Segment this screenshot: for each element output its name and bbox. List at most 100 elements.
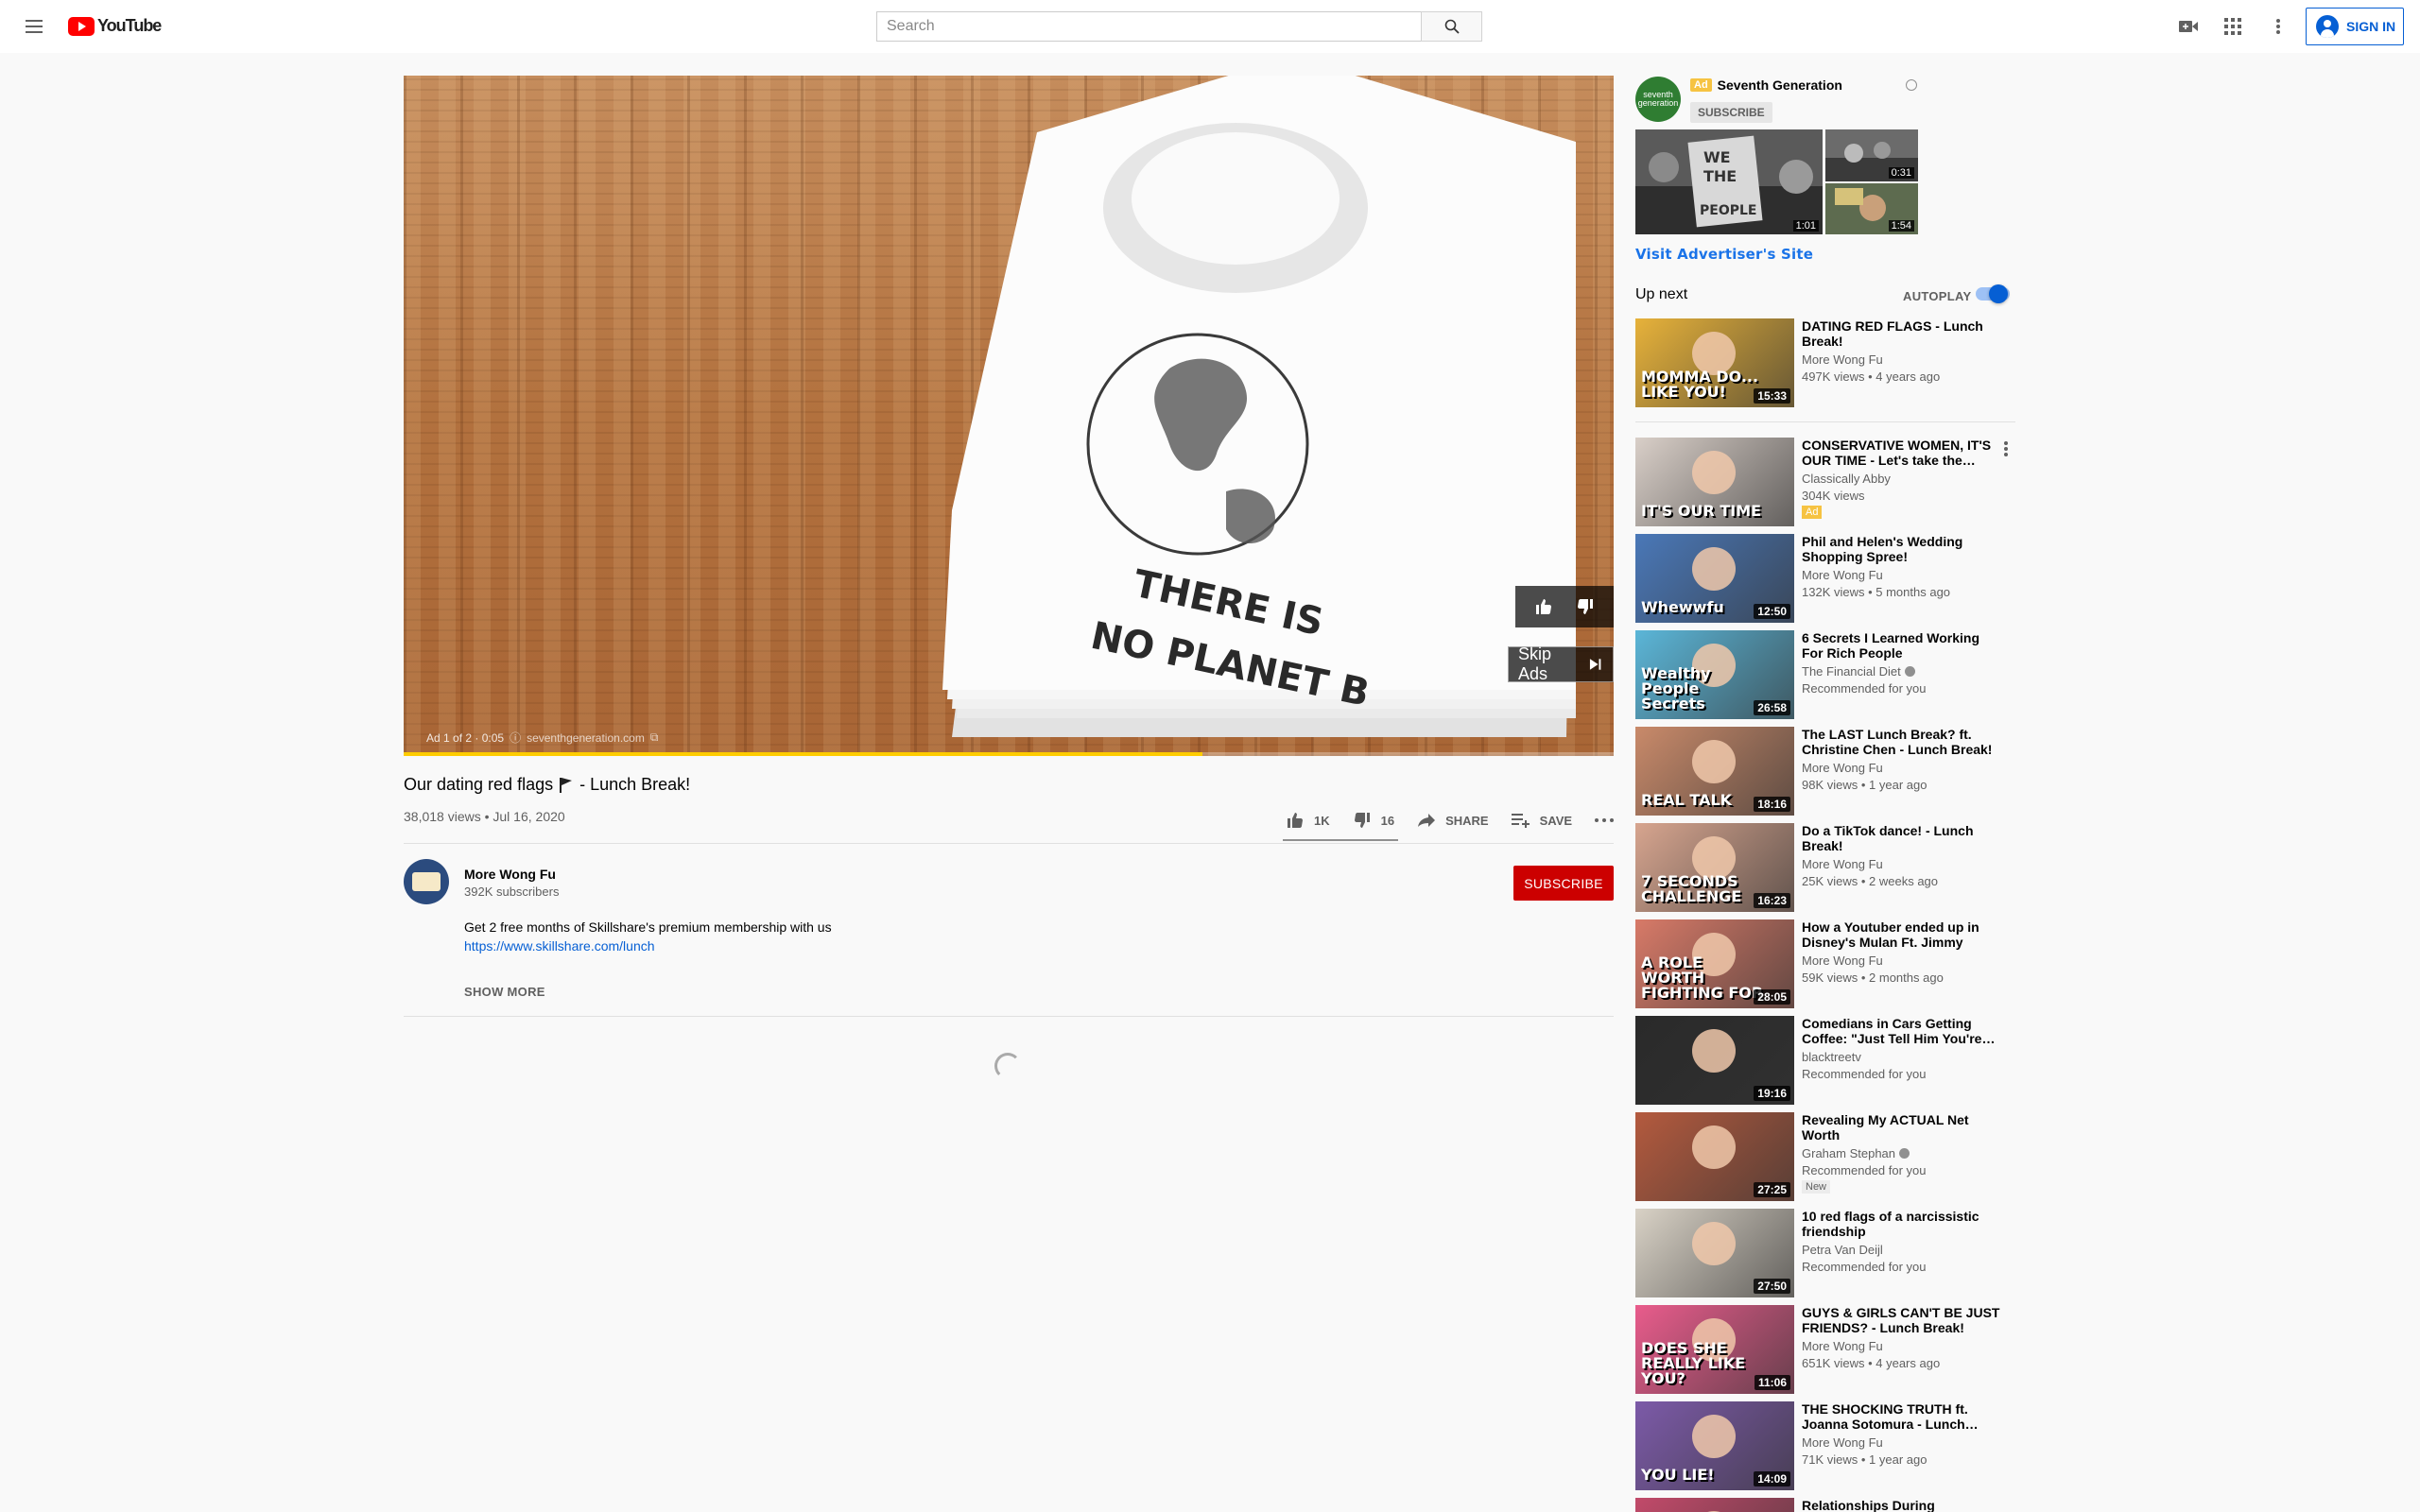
video-duration: 11:06 bbox=[1754, 1375, 1790, 1390]
advertiser-video-thumbnail[interactable]: WE THE PEOPLE 1:01 bbox=[1635, 129, 1823, 234]
recommendation-title[interactable]: Comedians in Cars Getting Coffee: "Just … bbox=[1802, 1016, 2000, 1046]
advertiser-video-thumbnail[interactable]: 1:54 bbox=[1825, 183, 1918, 234]
recommendation-channel[interactable]: More Wong Fu bbox=[1802, 1435, 1883, 1450]
recommendation-channel[interactable]: More Wong Fu bbox=[1802, 1339, 1883, 1353]
recommendation-title[interactable]: GUYS & GIRLS CAN'T BE JUST FRIENDS? - Lu… bbox=[1802, 1305, 2000, 1335]
recommendation-item[interactable]: 7 SECONDS CHALLENGE 16:23 Do a TikTok danc… bbox=[1635, 823, 2015, 912]
recommendation-channel[interactable]: More Wong Fu bbox=[1802, 761, 1883, 775]
visit-advertiser-link[interactable]: Visit Advertiser's Site bbox=[1635, 246, 1813, 263]
skip-ads-button[interactable]: Skip Ads bbox=[1508, 644, 1614, 683]
channel-avatar[interactable] bbox=[404, 859, 449, 904]
ad-domain-link[interactable]: seventhgeneration.com bbox=[527, 731, 645, 745]
thumbnail-text: DOES SHE REALLY LIKE YOU? bbox=[1641, 1339, 1746, 1387]
recommendation-meta: Recommended for you bbox=[1802, 1067, 1927, 1081]
show-more-button[interactable]: SHOW MORE bbox=[464, 985, 545, 999]
recommendation-title[interactable]: CONSERVATIVE WOMEN, IT'S OUR TIME - Let'… bbox=[1802, 438, 2000, 468]
recommendation-item[interactable]: Relationships During bbox=[1635, 1498, 2015, 1512]
autoplay-toggle-knob[interactable] bbox=[1989, 284, 2008, 303]
advertiser-name[interactable]: Seventh Generation bbox=[1718, 77, 1842, 93]
recommendation-title[interactable]: Do a TikTok dance! - Lunch Break! bbox=[1802, 823, 2000, 853]
recommendation-channel[interactable]: More Wong Fu bbox=[1802, 954, 1883, 968]
red-flag-icon bbox=[560, 777, 573, 793]
recommendation-title[interactable]: Relationships During bbox=[1802, 1498, 2000, 1512]
recommendation-channel[interactable]: The Financial Diet bbox=[1802, 664, 1915, 679]
recommendation-channel[interactable]: Classically Abby bbox=[1802, 472, 1891, 486]
verified-icon bbox=[1904, 666, 1915, 677]
video-thumbnail[interactable]: MOMMA DO... LIKE YOU! 15:33 bbox=[1635, 318, 1794, 407]
ad-badge: Ad bbox=[1690, 78, 1712, 92]
youtube-logo[interactable]: YouTube bbox=[68, 16, 162, 36]
advertiser-video-thumbnail[interactable]: 0:31 bbox=[1825, 129, 1918, 181]
recommendation-item[interactable]: 27:25 Revealing My ACTUAL Net Worth Graham… bbox=[1635, 1112, 2015, 1201]
video-thumbnail[interactable]: IT'S OUR TIME bbox=[1635, 438, 1794, 526]
menu-icon[interactable] bbox=[23, 15, 45, 38]
video-thumbnail[interactable]: Whewwfu 12:50 bbox=[1635, 534, 1794, 623]
video-thumbnail[interactable]: 27:50 bbox=[1635, 1209, 1794, 1297]
recommendation-channel[interactable]: More Wong Fu bbox=[1802, 857, 1883, 871]
video-thumbnail[interactable] bbox=[1635, 1498, 1794, 1512]
recommendation-channel[interactable]: More Wong Fu bbox=[1802, 568, 1883, 582]
advertiser-subscribe-button[interactable]: SUBSCRIBE bbox=[1690, 102, 1772, 123]
share-button[interactable]: SHARE bbox=[1417, 813, 1489, 828]
save-label: SAVE bbox=[1539, 813, 1573, 828]
more-actions-button[interactable] bbox=[1595, 818, 1615, 822]
subscribe-button[interactable]: SUBSCRIBE bbox=[1513, 866, 1614, 901]
channel-name[interactable]: More Wong Fu bbox=[464, 867, 556, 882]
recommendation-title[interactable]: Phil and Helen's Wedding Shopping Spree! bbox=[1802, 534, 2000, 564]
recommendation-item[interactable]: 27:50 10 red flags of a narcissistic frie… bbox=[1635, 1209, 2015, 1297]
recommendation-title[interactable]: Revealing My ACTUAL Net Worth bbox=[1802, 1112, 2000, 1143]
recommendation-item[interactable]: 19:16 Comedians in Cars Getting Coffee: "… bbox=[1635, 1016, 2015, 1105]
more-horizontal-icon bbox=[1595, 818, 1615, 822]
more-options-icon[interactable] bbox=[2004, 441, 2008, 456]
video-thumbnail[interactable]: 19:16 bbox=[1635, 1016, 1794, 1105]
save-button[interactable]: SAVE bbox=[1511, 813, 1573, 828]
recommendation-meta: 59K views • 2 months ago bbox=[1802, 971, 1944, 985]
video-thumbnail[interactable]: Wealthy People Secrets 26:58 bbox=[1635, 630, 1794, 719]
recommendation-channel[interactable]: blacktreetv bbox=[1802, 1050, 1861, 1064]
recommendation-title[interactable]: 6 Secrets I Learned Working For Rich Peo… bbox=[1802, 630, 2000, 661]
recommendation-item[interactable]: Whewwfu 12:50 Phil and Helen's Wedding Sho… bbox=[1635, 534, 2015, 623]
recommendation-title[interactable]: THE SHOCKING TRUTH ft. Joanna Sotomura -… bbox=[1802, 1401, 2000, 1432]
recommendation-item[interactable]: Wealthy People Secrets 26:58 6 Secrets I L… bbox=[1635, 630, 2015, 719]
video-thumbnail[interactable]: 27:25 bbox=[1635, 1112, 1794, 1201]
video-thumbnail[interactable]: 7 SECONDS CHALLENGE 16:23 bbox=[1635, 823, 1794, 912]
ad-info-icon[interactable]: ⓘ bbox=[510, 730, 521, 746]
recommendation-channel[interactable]: Graham Stephan bbox=[1802, 1146, 1910, 1160]
search-input[interactable]: Search bbox=[876, 11, 1421, 42]
ad-thumb-up-icon[interactable] bbox=[1534, 597, 1553, 616]
create-video-icon[interactable] bbox=[2177, 15, 2200, 38]
ad-progress-bar[interactable] bbox=[404, 752, 1614, 756]
recommendation-title[interactable]: How a Youtuber ended up in Disney's Mula… bbox=[1802, 919, 2000, 950]
recommendation-item[interactable]: REAL TALK 18:16 The LAST Lunch Break? ft. … bbox=[1635, 727, 2015, 816]
divider bbox=[404, 1016, 1614, 1017]
settings-more-icon[interactable] bbox=[2267, 15, 2290, 38]
recommendation-item[interactable]: DOES SHE REALLY LIKE YOU? 11:06 GUYS & GIR… bbox=[1635, 1305, 2015, 1394]
recommendation-item[interactable]: A ROLE WORTH FIGHTING FOR 28:05 How a Yout… bbox=[1635, 919, 2015, 1008]
recommendation-item[interactable]: MOMMA DO... LIKE YOU! 15:33 DATING RED FLA… bbox=[1635, 318, 2015, 407]
dislike-button[interactable]: 16 bbox=[1353, 811, 1394, 830]
recommendation-channel[interactable]: More Wong Fu bbox=[1802, 352, 1883, 367]
advertiser-title: Ad Seventh Generation bbox=[1690, 77, 1842, 93]
recommendation-channel[interactable]: Petra Van Deijl bbox=[1802, 1243, 1883, 1257]
video-player[interactable]: THERE IS NO PLANET B Skip Ads Ad 1 of 2 … bbox=[404, 76, 1614, 756]
video-thumbnail[interactable]: A ROLE WORTH FIGHTING FOR 28:05 bbox=[1635, 919, 1794, 1008]
video-thumbnail[interactable]: DOES SHE REALLY LIKE YOU? 11:06 bbox=[1635, 1305, 1794, 1394]
thumbnail-person bbox=[1692, 1125, 1736, 1169]
video-thumbnail[interactable]: REAL TALK 18:16 bbox=[1635, 727, 1794, 816]
like-button[interactable]: 1K bbox=[1286, 811, 1330, 830]
description-link[interactable]: https://www.skillshare.com/lunch bbox=[464, 938, 655, 954]
ad-thumb-down-icon[interactable] bbox=[1576, 597, 1595, 616]
video-thumbnail[interactable]: YOU LIE! 14:09 bbox=[1635, 1401, 1794, 1490]
recommendation-title[interactable]: 10 red flags of a narcissistic friendshi… bbox=[1802, 1209, 2000, 1239]
ad-counter: Ad 1 of 2 · 0:05 bbox=[426, 730, 505, 745]
recommendation-item[interactable]: IT'S OUR TIME CONSERVATIVE WOMEN, IT'S OU… bbox=[1635, 438, 2015, 526]
ad-info-icon[interactable] bbox=[1906, 79, 1917, 91]
apps-grid-icon[interactable] bbox=[2221, 15, 2244, 38]
protest-photo: WE THE PEOPLE bbox=[1635, 129, 1823, 234]
advertiser-logo[interactable]: seventh generation bbox=[1635, 77, 1681, 122]
sign-in-button[interactable]: SIGN IN bbox=[2306, 8, 2404, 45]
recommendation-item[interactable]: YOU LIE! 14:09 THE SHOCKING TRUTH ft. Joan… bbox=[1635, 1401, 2015, 1490]
recommendation-title[interactable]: DATING RED FLAGS - Lunch Break! bbox=[1802, 318, 2000, 349]
recommendation-title[interactable]: The LAST Lunch Break? ft. Christine Chen… bbox=[1802, 727, 2000, 757]
search-button[interactable] bbox=[1421, 11, 1482, 42]
